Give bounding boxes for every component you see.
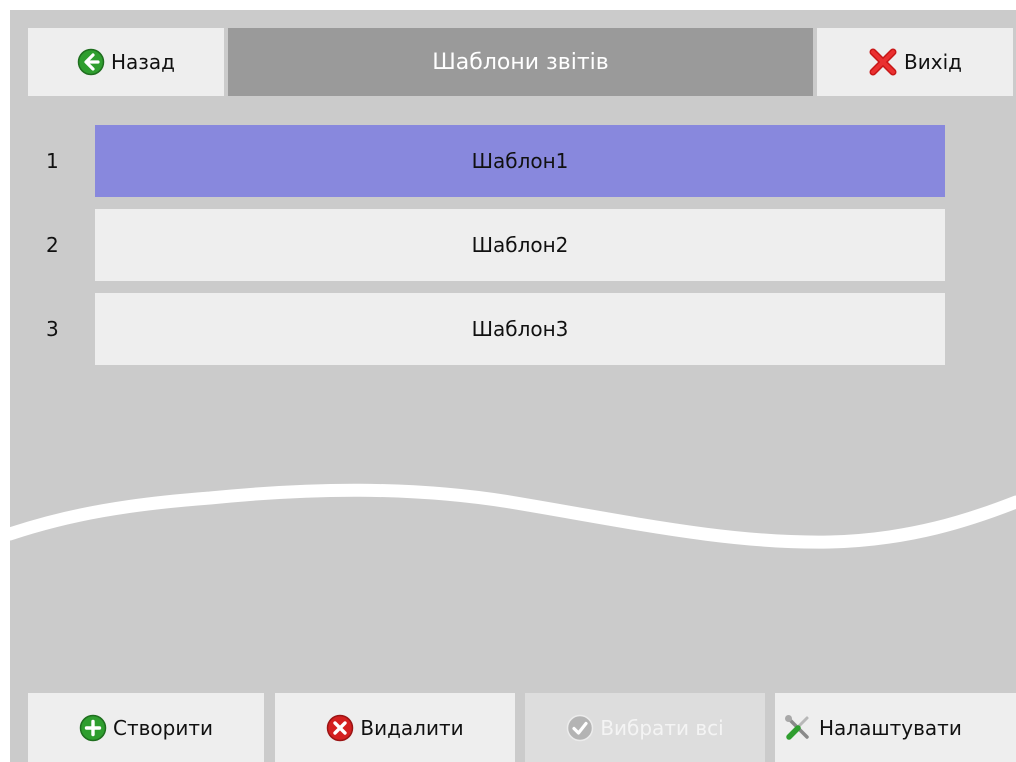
page-title: Шаблони звітів [228,28,813,96]
template-row-number: 3 [46,317,59,341]
delete-button-label: Видалити [360,715,464,740]
template-row-1[interactable]: Шаблон1 [95,125,945,197]
settings-button-label: Налаштувати [819,715,962,740]
back-button[interactable]: Назад [28,28,224,96]
screenshot-tear-divider [10,483,1016,549]
delete-button[interactable]: Видалити [275,693,515,762]
template-row-2[interactable]: Шаблон2 [95,209,945,281]
select-all-button-label: Вибрати всі [600,715,724,740]
select-all-button[interactable]: Вибрати всі [525,693,765,762]
x-circle-icon [326,714,354,742]
red-x-icon [868,47,898,77]
template-row-number: 1 [46,149,59,173]
exit-button-label: Вихід [904,50,962,74]
create-button[interactable]: Створити [28,693,264,762]
arrow-left-circle-icon [77,48,105,76]
back-button-label: Назад [110,50,175,74]
report-templates-screen: Назад Шаблони звітів Вихід 1 Шаблон1 2 Ш… [10,10,1016,762]
exit-button[interactable]: Вихід [817,28,1013,96]
check-circle-icon [566,714,594,742]
template-row-number: 2 [46,233,59,257]
tools-icon [783,713,813,743]
create-button-label: Створити [113,715,213,740]
settings-button[interactable]: Налаштувати [775,693,1016,762]
template-row-3[interactable]: Шаблон3 [95,293,945,365]
plus-circle-icon [79,714,107,742]
